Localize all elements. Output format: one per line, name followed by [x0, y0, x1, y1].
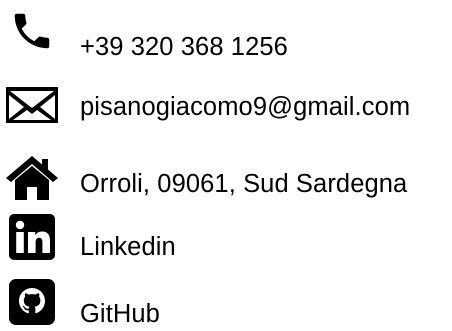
contact-row-github: GitHub — [0, 275, 452, 331]
github-icon — [6, 279, 58, 325]
home-icon — [6, 155, 58, 201]
github-link[interactable]: GitHub — [80, 301, 160, 328]
email-link[interactable]: pisanogiacomo9@gmail.com — [80, 94, 410, 121]
linkedin-icon — [6, 214, 58, 260]
contact-row-linkedin: Linkedin — [0, 213, 452, 269]
address-text: Orroli, 09061, Sud Sardegna — [80, 170, 408, 198]
contact-row-email: pisanogiacomo9@gmail.com — [0, 78, 452, 134]
envelope-icon — [6, 82, 58, 128]
linkedin-link[interactable]: Linkedin — [80, 234, 176, 261]
phone-number[interactable]: +39 320 368 1256 — [80, 34, 288, 61]
contact-row-phone: +39 320 368 1256 — [0, 6, 452, 62]
phone-icon — [6, 8, 58, 54]
contact-row-address: Orroli, 09061, Sud Sardegna — [0, 149, 452, 205]
